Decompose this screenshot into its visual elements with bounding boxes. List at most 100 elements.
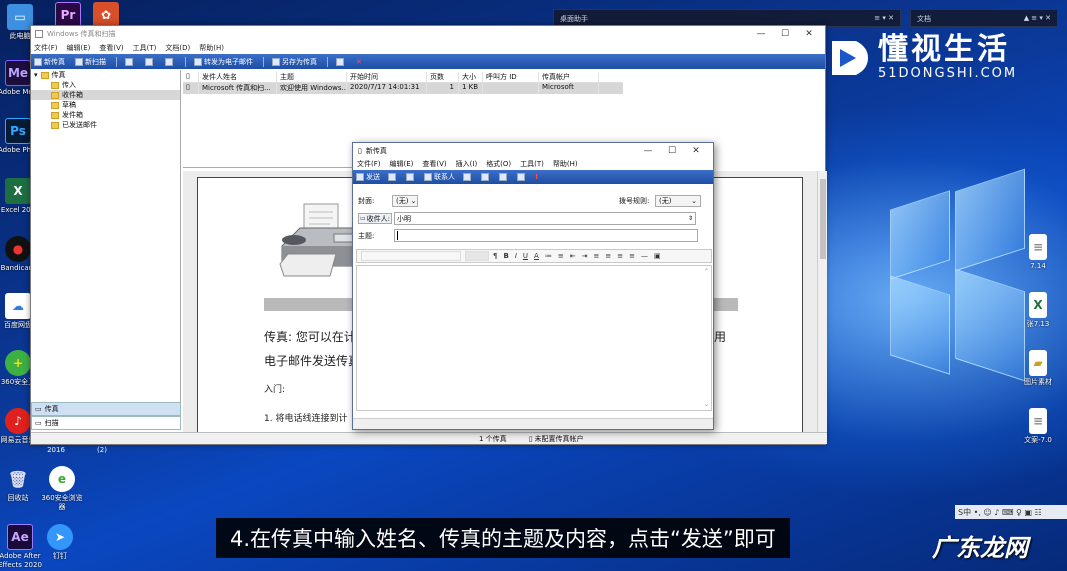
desktop-widget-right[interactable]: 文档 ▲ ≡ ▾ ✕ — [910, 9, 1058, 27]
fax-body-editor[interactable]: ⌃ ⌄ — [356, 265, 712, 411]
col-fax-account[interactable]: 传真帐户 — [539, 72, 599, 82]
tab-scan[interactable]: ▭ 扫描 — [31, 416, 181, 430]
desktop-icon-excel-713[interactable]: X 张7.13 — [1018, 292, 1058, 329]
page-icon — [517, 173, 525, 181]
cell-fax-account: Microsoft — [539, 83, 599, 94]
desktop-icon-recycle[interactable]: 🗑 回收站 — [0, 466, 38, 503]
forward-button[interactable] — [145, 57, 155, 66]
justify-icon[interactable]: ≡ — [629, 252, 635, 260]
cell-pages: 1 — [427, 83, 459, 94]
save-as-fax-button[interactable]: 另存为传真 — [272, 57, 317, 67]
menu-format[interactable]: 格式(O) — [486, 159, 511, 169]
menu-insert[interactable]: 插入(I) — [456, 159, 478, 169]
menu-help[interactable]: 帮助(H) — [199, 43, 224, 53]
menu-tools[interactable]: 工具(T) — [520, 159, 544, 169]
menu-view[interactable]: 查看(V) — [422, 159, 446, 169]
reply-button[interactable] — [125, 57, 135, 66]
tree-item-inbox[interactable]: 收件箱 — [31, 90, 180, 100]
desktop-icon-label: 文案-7.0 — [1024, 436, 1052, 444]
fax-titlebar[interactable]: ▯ 新传真 — ☐ ✕ — [353, 143, 713, 158]
tree-item-sent[interactable]: 已发送邮件 — [31, 120, 180, 130]
col-pages[interactable]: 页数 — [427, 72, 459, 82]
underline-button[interactable]: U — [523, 252, 528, 260]
scroll-thumb[interactable] — [820, 179, 826, 259]
italic-button[interactable]: I — [515, 252, 517, 260]
menu-file[interactable]: 文件(F) — [357, 159, 381, 169]
col-sender[interactable]: 发件人姓名 — [199, 72, 277, 82]
cover-page-select[interactable]: (无) ⌄ — [392, 195, 418, 207]
desktop-icon-label: 7.14 — [1030, 262, 1046, 270]
send-button[interactable]: 发送 — [356, 172, 380, 182]
minimize-button[interactable]: — — [636, 146, 660, 156]
preview-button[interactable] — [499, 173, 509, 181]
menu-view[interactable]: 查看(V) — [99, 43, 123, 53]
print-button[interactable] — [336, 57, 346, 66]
menu-edit[interactable]: 编辑(E) — [390, 159, 414, 169]
close-button[interactable]: ✕ — [684, 146, 708, 156]
tree-item-drafts[interactable]: 草稿 — [31, 100, 180, 110]
align-right-icon[interactable]: ≡ — [617, 252, 623, 260]
maximize-button[interactable]: ☐ — [660, 146, 684, 156]
desktop-icon-label: 张7.13 — [1026, 320, 1050, 328]
recipient-button[interactable]: ▭ 收件人: — [358, 213, 392, 224]
subject-input[interactable] — [394, 229, 698, 242]
font-name-select[interactable] — [361, 251, 461, 261]
page-button[interactable] — [517, 173, 527, 181]
contacts-button[interactable]: 联系人 — [424, 172, 455, 182]
col-subject[interactable]: 主题 — [277, 72, 347, 82]
tab-fax[interactable]: ▭ 传真 — [31, 402, 181, 416]
scroll-up-icon[interactable]: ⌃ — [704, 268, 709, 275]
desktop-icon-after-effects[interactable]: Ae Adobe After Effects 2020 — [0, 524, 42, 570]
desktop-icon-dingtalk[interactable]: ➤ 钉钉 — [40, 524, 80, 561]
decrease-indent-icon[interactable]: ⇤ — [570, 252, 576, 260]
increase-indent-icon[interactable]: ⇥ — [582, 252, 588, 260]
bold-button[interactable]: B — [503, 252, 508, 260]
print-button[interactable] — [406, 173, 416, 181]
dialing-rule-select[interactable]: (无) ⌄ — [655, 195, 701, 207]
col-start-time[interactable]: 开始时间 — [347, 72, 427, 82]
new-scan-button[interactable]: 新扫描 — [75, 57, 106, 67]
new-fax-button[interactable]: 新传真 — [34, 57, 65, 67]
system-tray[interactable]: S中 •, ☺ ♪ ⌨ ♀ ▣ ☷ — [955, 505, 1067, 519]
col-caller-id[interactable]: 呼叫方 ID — [483, 72, 539, 82]
close-button[interactable]: ✕ — [797, 29, 821, 39]
align-center-icon[interactable]: ≡ — [605, 252, 611, 260]
desktop-icon-360-browser[interactable]: e 360安全浏览器 — [40, 466, 84, 512]
menu-help[interactable]: 帮助(H) — [553, 159, 578, 169]
menu-edit[interactable]: 编辑(E) — [67, 43, 91, 53]
insert-button[interactable] — [481, 173, 491, 181]
desktop-icon-folder[interactable]: ▰ 图片素材 — [1018, 350, 1058, 387]
save-button[interactable] — [388, 173, 398, 181]
forward-as-email-button[interactable]: 转发为电子邮件 — [194, 57, 253, 67]
menu-document[interactable]: 文档(D) — [165, 43, 190, 53]
tree-item-incoming[interactable]: 传入 — [31, 80, 180, 90]
insert-picture-icon[interactable]: ▣ — [654, 252, 661, 260]
desktop-icon-doc-714[interactable]: ≡ 7.14 — [1018, 234, 1058, 271]
numbered-list-icon[interactable]: ≔ — [545, 252, 552, 260]
attach-button[interactable] — [463, 173, 473, 181]
menu-tools[interactable]: 工具(T) — [133, 43, 157, 53]
table-row[interactable]: ▯ Microsoft 传真和扫... 欢迎使用 Windows... 2020… — [183, 83, 623, 94]
paragraph-icon[interactable]: ¶ — [493, 252, 497, 260]
tree-item-outbox[interactable]: 发件箱 — [31, 110, 180, 120]
priority-button[interactable]: ! — [535, 173, 538, 181]
desktop-icon-text[interactable]: ≡ 文案-7.0 — [1018, 408, 1058, 445]
col-size[interactable]: 大小 — [459, 72, 483, 82]
tree-root-fax[interactable]: ▾ 传真 — [31, 70, 180, 80]
font-size-select[interactable] — [465, 251, 489, 261]
scroll-updown-icon[interactable]: ⇕ — [688, 215, 693, 222]
font-color-button[interactable]: A — [534, 252, 539, 260]
preview-scrollbar[interactable] — [817, 171, 827, 433]
main-titlebar[interactable]: Windows 传真和扫描 — ☐ ✕ — [31, 26, 825, 42]
scroll-down-icon[interactable]: ⌄ — [704, 401, 709, 408]
bullet-list-icon[interactable]: ≡ — [558, 252, 564, 260]
maximize-button[interactable]: ☐ — [773, 29, 797, 39]
delete-button[interactable]: ✕ — [356, 58, 362, 66]
recipient-input[interactable]: 小明 — [394, 212, 696, 225]
new-fax-window[interactable]: ▯ 新传真 — ☐ ✕ 文件(F) 编辑(E) 查看(V) 插入(I) 格式(O… — [352, 142, 714, 430]
receive-button[interactable] — [165, 57, 175, 66]
align-left-icon[interactable]: ≡ — [593, 252, 599, 260]
minimize-button[interactable]: — — [749, 29, 773, 39]
horizontal-line-icon[interactable]: — — [641, 252, 648, 260]
menu-file[interactable]: 文件(F) — [34, 43, 58, 53]
